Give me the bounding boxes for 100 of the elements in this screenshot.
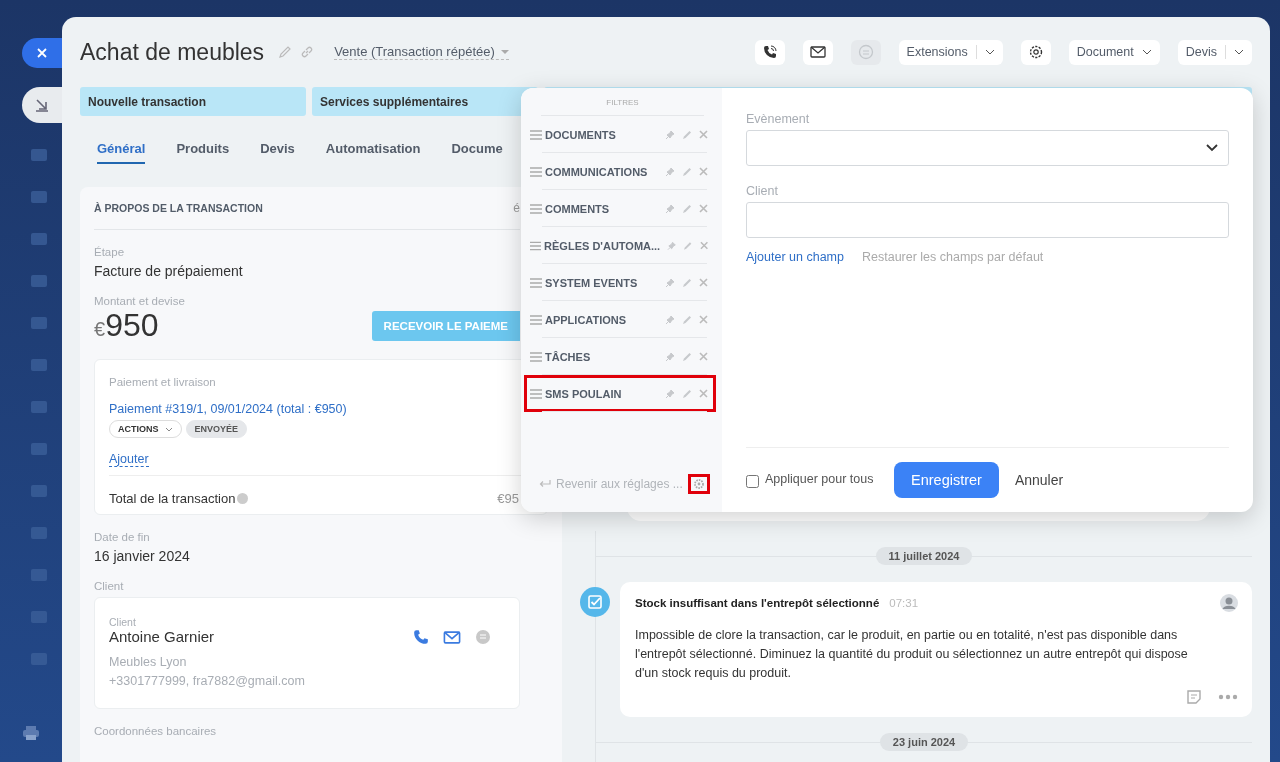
settings-icon — [1027, 44, 1044, 60]
tab[interactable]: Produits — [176, 134, 230, 164]
tab[interactable]: Général — [97, 134, 146, 164]
sidebar-icon[interactable] — [30, 483, 48, 499]
close-button[interactable] — [22, 38, 62, 68]
drag-handle-icon[interactable] — [530, 277, 542, 288]
close-icon[interactable] — [699, 130, 708, 139]
event-select[interactable] — [746, 130, 1229, 166]
close-icon — [36, 47, 48, 59]
chat-icon[interactable] — [475, 629, 491, 645]
avatar — [1220, 594, 1238, 612]
drag-handle-icon[interactable] — [530, 351, 542, 362]
actions-dropdown[interactable]: ACTIONS — [109, 420, 182, 438]
link-icon[interactable] — [300, 45, 315, 59]
tab[interactable]: Devis — [260, 134, 295, 164]
filter-item[interactable]: TÂCHES — [524, 338, 716, 375]
sidebar-icon[interactable] — [30, 315, 48, 331]
close-icon[interactable] — [699, 315, 708, 324]
close-icon[interactable] — [699, 352, 708, 361]
filter-item[interactable]: SYSTEM EVENTS — [524, 264, 716, 301]
close-icon[interactable] — [699, 389, 708, 398]
drag-handle-icon[interactable] — [530, 203, 542, 214]
sidebar-icon[interactable] — [30, 441, 48, 457]
stage-step[interactable]: Services supplémentaires — [312, 87, 538, 116]
close-icon[interactable] — [699, 167, 708, 176]
pin-icon[interactable] — [665, 314, 675, 325]
pencil-icon[interactable] — [278, 45, 293, 59]
add-link[interactable]: Ajouter — [109, 452, 149, 467]
tab[interactable]: Automatisation — [325, 134, 421, 164]
client-input[interactable] — [746, 202, 1229, 238]
add-field-link[interactable]: Ajouter un champ — [746, 250, 844, 264]
settings-button[interactable] — [687, 474, 710, 494]
chevron-down-icon — [164, 426, 173, 432]
drag-handle-icon[interactable] — [530, 166, 542, 177]
field-label: Client — [94, 580, 125, 592]
more-icon[interactable] — [1218, 694, 1238, 700]
call-button[interactable] — [754, 39, 785, 65]
pin-icon[interactable] — [665, 388, 675, 399]
split-button[interactable]: Extensions — [898, 39, 1003, 65]
pencil-icon[interactable] — [682, 388, 692, 399]
apply-checkbox[interactable] — [746, 475, 759, 488]
cancel-button[interactable]: Annuler — [1008, 471, 1070, 489]
mail-icon[interactable] — [443, 630, 461, 644]
pin-icon[interactable] — [665, 203, 675, 214]
filter-item[interactable]: RÈGLES D'AUTOMA... — [524, 227, 716, 264]
sidebar-icon[interactable] — [30, 399, 48, 415]
note-icon[interactable] — [1186, 689, 1202, 705]
stage-step[interactable]: Nouvelle transaction — [80, 87, 306, 116]
total-value: €95 — [497, 491, 519, 506]
drag-handle-icon[interactable] — [530, 314, 542, 325]
document-dropdown[interactable]: Document — [1068, 39, 1160, 65]
filter-label: COMMUNICATIONS — [545, 165, 649, 178]
filter-item[interactable]: COMMENTS — [524, 190, 716, 227]
client-name[interactable]: Antoine Garnier — [109, 628, 215, 645]
sidebar-icon[interactable] — [30, 357, 48, 373]
pencil-icon[interactable] — [682, 314, 692, 325]
pencil-icon[interactable] — [682, 129, 692, 140]
card-title: Paiement et livraison — [109, 376, 217, 388]
field-label: Étape — [94, 246, 126, 258]
pencil-icon[interactable] — [682, 277, 692, 288]
pin-icon[interactable] — [665, 351, 675, 362]
close-icon[interactable] — [699, 241, 708, 250]
date-badge: 23 juin 2024 — [879, 733, 969, 751]
sidebar-icon[interactable] — [30, 231, 48, 247]
drag-handle-icon[interactable] — [530, 129, 542, 140]
collapse-button[interactable] — [22, 87, 62, 123]
sidebar-icon[interactable] — [30, 273, 48, 289]
pin-icon[interactable] — [665, 277, 675, 288]
save-button[interactable]: Enregistrer — [894, 462, 999, 498]
drag-handle-icon[interactable] — [530, 240, 542, 251]
pin-icon[interactable] — [665, 166, 675, 177]
tab[interactable]: Docume — [451, 134, 503, 164]
email-button[interactable] — [802, 39, 833, 65]
filter-item[interactable]: DOCUMENTS — [524, 116, 716, 153]
printer-icon[interactable] — [22, 725, 40, 741]
help-icon[interactable] — [237, 493, 249, 504]
checkbox-label: Appliquer pour tous — [765, 472, 874, 486]
pencil-icon[interactable] — [682, 203, 692, 214]
field-label: Evènement — [746, 112, 811, 126]
task-icon — [580, 587, 610, 617]
close-icon[interactable] — [699, 278, 708, 287]
filter-item[interactable]: SMS POULAIN — [524, 375, 716, 412]
pin-icon[interactable] — [667, 240, 677, 251]
filter-item[interactable]: APPLICATIONS — [524, 301, 716, 338]
filter-item[interactable]: COMMUNICATIONS — [524, 153, 716, 190]
pencil-icon[interactable] — [682, 166, 692, 177]
phone-icon[interactable] — [413, 629, 429, 645]
close-icon[interactable] — [699, 204, 708, 213]
sidebar-icon[interactable] — [30, 147, 48, 163]
category-dropdown[interactable]: Vente (Transaction répétée) — [334, 44, 509, 60]
drag-handle-icon[interactable] — [530, 388, 542, 399]
chevron-down-icon — [1206, 144, 1218, 152]
pin-icon[interactable] — [665, 129, 675, 140]
settings-button[interactable] — [1020, 39, 1051, 65]
sidebar-icon[interactable] — [30, 189, 48, 205]
field-label: Coordonnées bancaires — [94, 725, 218, 737]
pencil-icon[interactable] — [683, 240, 693, 251]
pencil-icon[interactable] — [682, 351, 692, 362]
filter-label: RÈGLES D'AUTOMA... — [544, 239, 661, 252]
split-button[interactable]: Devis — [1177, 39, 1252, 65]
